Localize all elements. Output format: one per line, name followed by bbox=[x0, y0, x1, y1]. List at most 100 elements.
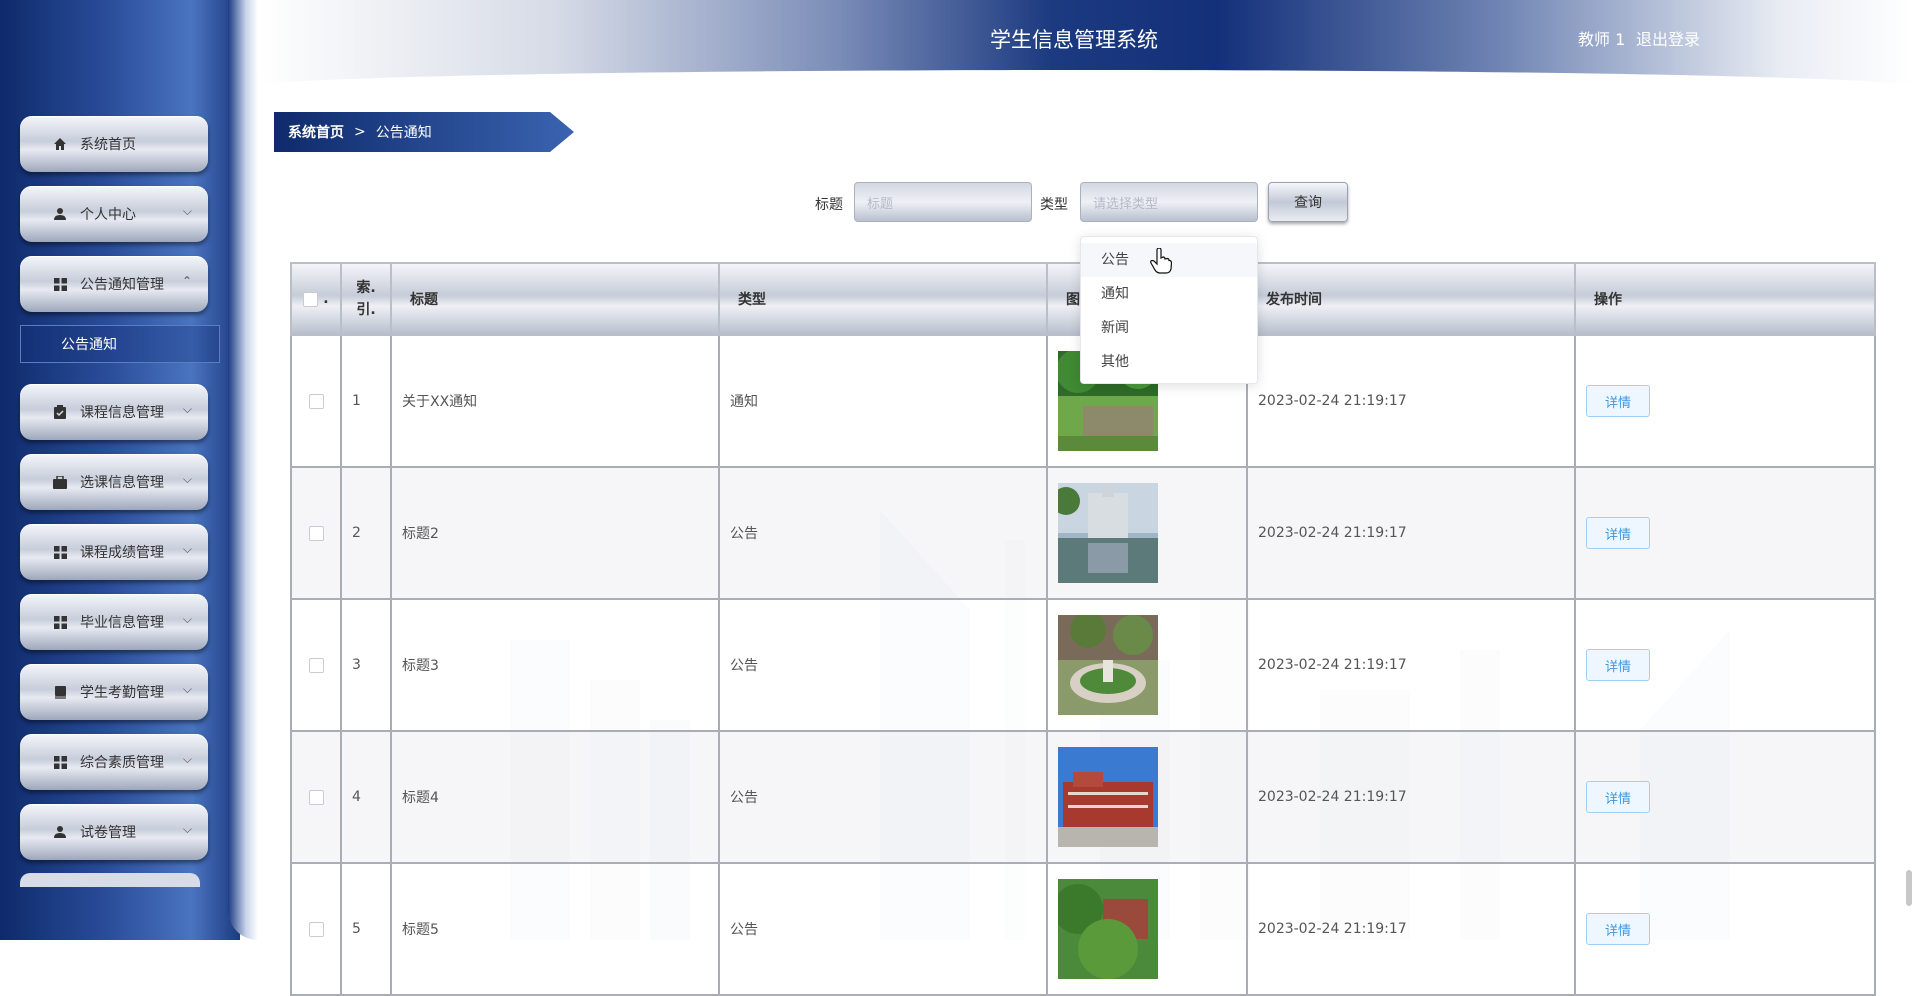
column-header-title: 标题 bbox=[390, 262, 720, 336]
chevron-down-icon: ⌵ bbox=[182, 204, 192, 218]
row-image-cell bbox=[1046, 598, 1248, 732]
chevron-up-icon: ⌃ bbox=[181, 274, 192, 288]
sidebar-item-course-selection[interactable]: 选课信息管理 ⌵ bbox=[20, 454, 208, 510]
chevron-down-icon: ⌵ bbox=[182, 542, 192, 556]
breadcrumb: 系统首页 > 公告通知 bbox=[274, 112, 574, 152]
row-type: 公告 bbox=[718, 598, 1048, 732]
row-action-cell: 详情 bbox=[1574, 466, 1876, 600]
row-checkbox[interactable] bbox=[308, 789, 324, 805]
table-row: 4 标题4 公告 2023-02-24 21:19:17 详情 bbox=[290, 730, 1876, 864]
row-action-cell: 详情 bbox=[1574, 862, 1876, 996]
type-option-notice[interactable]: 通知 bbox=[1081, 277, 1257, 311]
sidebar-item-partial bbox=[20, 873, 200, 887]
breadcrumb-current: 公告通知 bbox=[375, 125, 432, 141]
row-checkbox-cell bbox=[290, 862, 342, 996]
row-checkbox-cell bbox=[290, 466, 342, 600]
grid-icon bbox=[52, 754, 68, 770]
column-header-index: 索. 引. bbox=[340, 262, 392, 336]
page-scrollbar[interactable] bbox=[1906, 870, 1912, 906]
sidebar-item-exam-paper-management[interactable]: 试卷管理 ⌵ bbox=[20, 804, 208, 860]
index-header-line2: 引. bbox=[356, 302, 376, 318]
row-title: 标题5 bbox=[390, 862, 720, 996]
row-type: 公告 bbox=[718, 466, 1048, 600]
briefcase-icon bbox=[52, 474, 68, 490]
select-all-cell: . bbox=[290, 262, 342, 336]
sidebar-item-label: 个人中心 bbox=[80, 207, 136, 223]
row-type: 公告 bbox=[718, 730, 1048, 864]
chevron-down-icon: ⌵ bbox=[182, 682, 192, 696]
detail-button[interactable]: 详情 bbox=[1586, 913, 1650, 945]
row-publish-time: 2023-02-24 21:19:17 bbox=[1246, 730, 1576, 864]
row-index: 4 bbox=[340, 730, 392, 864]
row-checkbox-cell bbox=[290, 730, 342, 864]
row-type: 公告 bbox=[718, 862, 1048, 996]
user-icon bbox=[52, 206, 68, 222]
chevron-down-icon: ⌵ bbox=[182, 752, 192, 766]
sidebar-subitem-announcement[interactable]: 公告通知 bbox=[20, 325, 220, 363]
type-option-other[interactable]: 其他 bbox=[1081, 345, 1257, 379]
sidebar-edge-decoration bbox=[228, 0, 258, 940]
row-title: 标题2 bbox=[390, 466, 720, 600]
sidebar-item-home[interactable]: 系统首页 bbox=[20, 116, 208, 172]
sidebar-item-label: 选课信息管理 bbox=[80, 475, 164, 491]
sidebar-item-label: 课程信息管理 bbox=[80, 405, 164, 421]
column-header-publish-time: 发布时间 bbox=[1246, 262, 1576, 336]
row-index: 2 bbox=[340, 466, 392, 600]
row-title: 标题4 bbox=[390, 730, 720, 864]
row-title: 标题3 bbox=[390, 598, 720, 732]
query-button[interactable]: 查询 bbox=[1268, 182, 1348, 222]
current-user: 教师 1 bbox=[1578, 30, 1626, 49]
index-header-line1: 索. bbox=[356, 280, 376, 296]
row-image-cell bbox=[1046, 862, 1248, 996]
hand-pointer-cursor-icon bbox=[1150, 248, 1172, 274]
garden-circle-photo bbox=[1058, 615, 1158, 715]
row-checkbox[interactable] bbox=[308, 657, 324, 673]
sidebar-item-attendance-management[interactable]: 学生考勤管理 ⌵ bbox=[20, 664, 208, 720]
title-filter-label: 标题 bbox=[815, 197, 843, 213]
breadcrumb-home-link[interactable]: 系统首页 bbox=[288, 122, 344, 142]
row-action-cell: 详情 bbox=[1574, 598, 1876, 732]
detail-button[interactable]: 详情 bbox=[1586, 385, 1650, 417]
row-publish-time: 2023-02-24 21:19:17 bbox=[1246, 598, 1576, 732]
table-row: 5 标题5 公告 2023-02-24 21:19:17 详情 bbox=[290, 862, 1876, 996]
detail-button[interactable]: 详情 bbox=[1586, 781, 1650, 813]
row-publish-time: 2023-02-24 21:19:17 bbox=[1246, 334, 1576, 468]
row-publish-time: 2023-02-24 21:19:17 bbox=[1246, 862, 1576, 996]
sidebar-item-course-management[interactable]: 课程信息管理 ⌵ bbox=[20, 384, 208, 440]
row-checkbox[interactable] bbox=[308, 525, 324, 541]
sidebar: 系统首页 个人中心 ⌵ 公告通知管理 ⌃ 公告通知 课程信息管理 ⌵ 选课信息管… bbox=[0, 0, 240, 940]
title-search-input[interactable]: 标题 bbox=[854, 182, 1032, 222]
logout-link[interactable]: 退出登录 bbox=[1636, 26, 1700, 50]
sidebar-item-label: 公告通知管理 bbox=[80, 277, 164, 293]
type-select[interactable]: 请选择类型 bbox=[1080, 182, 1258, 222]
row-type: 通知 bbox=[718, 334, 1048, 468]
row-index: 5 bbox=[340, 862, 392, 996]
sidebar-item-personal-center[interactable]: 个人中心 ⌵ bbox=[20, 186, 208, 242]
detail-button[interactable]: 详情 bbox=[1586, 517, 1650, 549]
type-filter-label: 类型 bbox=[1040, 197, 1068, 213]
sidebar-item-announcement-management[interactable]: 公告通知管理 ⌃ bbox=[20, 256, 208, 312]
type-option-news[interactable]: 新闻 bbox=[1081, 311, 1257, 345]
detail-button[interactable]: 详情 bbox=[1586, 649, 1650, 681]
table-row: 3 标题3 公告 2023-02-24 21:19:17 详情 bbox=[290, 598, 1876, 732]
chevron-down-icon: ⌵ bbox=[182, 822, 192, 836]
row-action-cell: 详情 bbox=[1574, 730, 1876, 864]
grid-icon bbox=[52, 276, 68, 292]
clipboard-icon bbox=[52, 404, 68, 420]
sidebar-item-label: 系统首页 bbox=[80, 137, 136, 153]
table-row: 2 标题2 公告 2023-02-24 21:19:17 详情 bbox=[290, 466, 1876, 600]
row-image-cell bbox=[1046, 730, 1248, 864]
home-icon bbox=[52, 136, 68, 152]
campus-trees-photo bbox=[1058, 879, 1158, 979]
row-checkbox[interactable] bbox=[308, 921, 324, 937]
row-checkbox[interactable] bbox=[308, 393, 324, 409]
sidebar-item-label: 综合素质管理 bbox=[80, 755, 164, 771]
chevron-down-icon: ⌵ bbox=[182, 402, 192, 416]
sidebar-item-grade-management[interactable]: 课程成绩管理 ⌵ bbox=[20, 524, 208, 580]
column-header-action: 操作 bbox=[1574, 262, 1876, 336]
app-title: 学生信息管理系统 bbox=[990, 28, 1158, 52]
sidebar-item-graduation-management[interactable]: 毕业信息管理 ⌵ bbox=[20, 594, 208, 650]
sidebar-item-label: 试卷管理 bbox=[80, 825, 136, 841]
select-all-checkbox[interactable] bbox=[303, 291, 319, 307]
sidebar-item-quality-management[interactable]: 综合素质管理 ⌵ bbox=[20, 734, 208, 790]
